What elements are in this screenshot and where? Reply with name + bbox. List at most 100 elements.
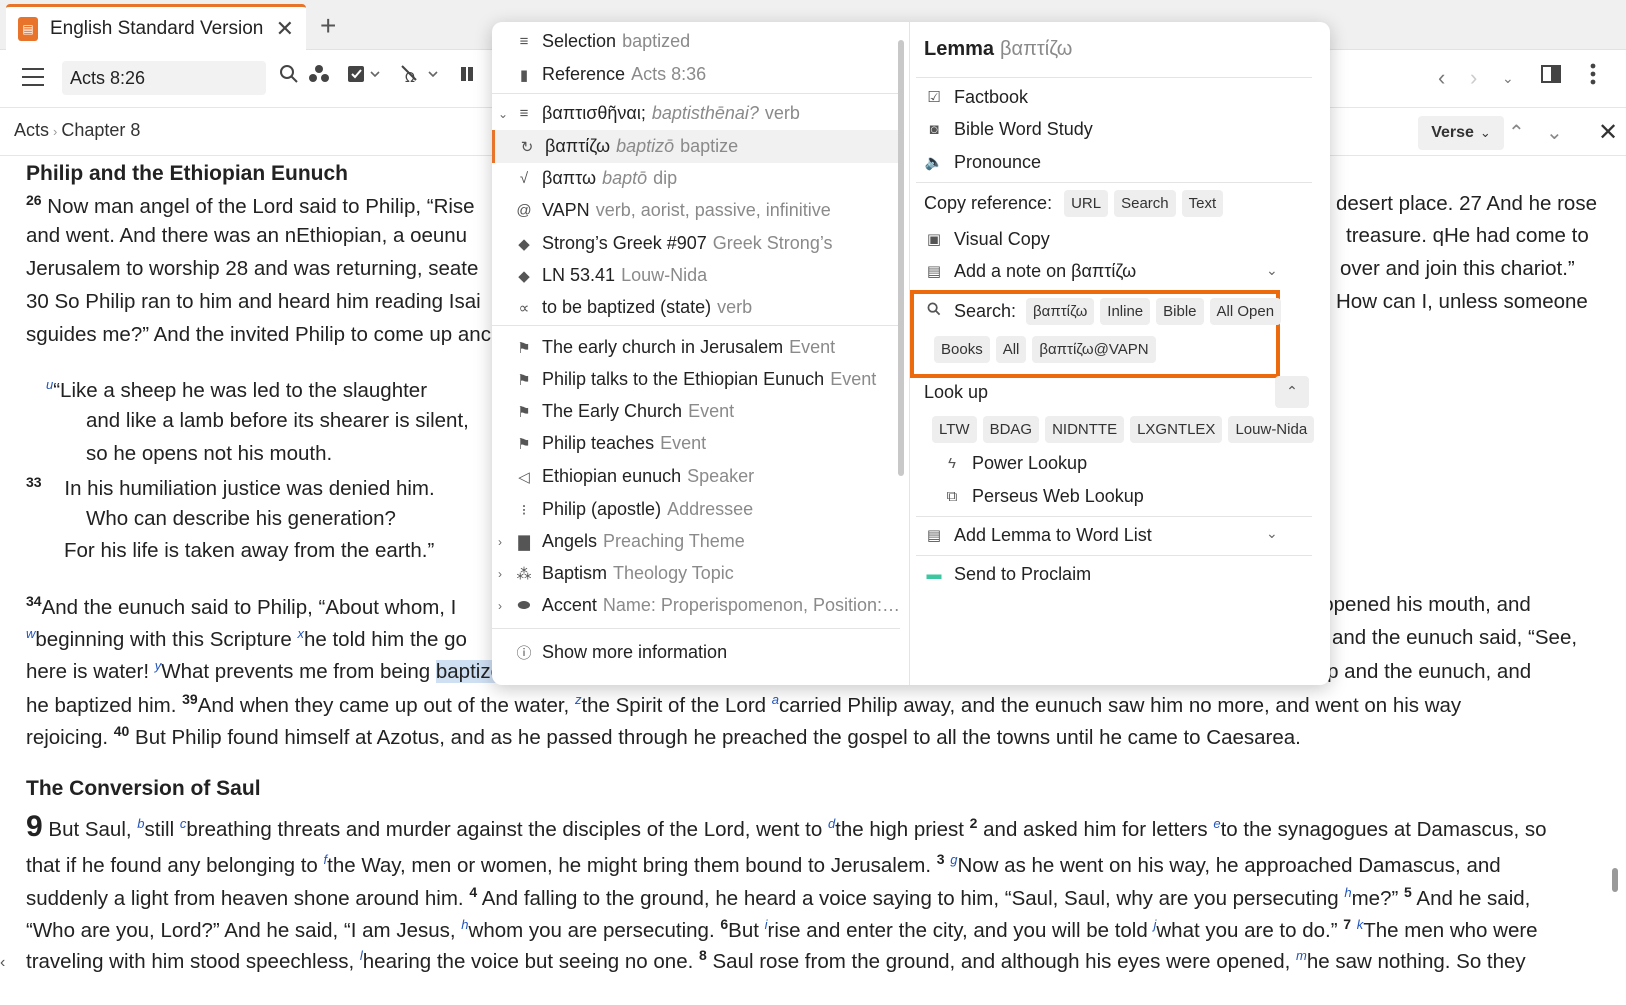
poem-line: and like a lamb before its shearer is si…	[86, 409, 469, 432]
menu-item-event[interactable]: ⚑ The early church in Jerusalem Event	[492, 331, 900, 364]
power-lookup-item[interactable]: ϟ Power Lookup	[942, 448, 1087, 478]
verse-dropdown[interactable]: Verse ⌄	[1418, 116, 1504, 150]
menu-item-accent[interactable]: › ⬬ Accent Name: Properispomenon, Position:…	[492, 589, 900, 622]
next-verse-icon[interactable]: ⌄	[1546, 120, 1563, 145]
poem-line: so he opens not his mouth.	[86, 442, 333, 465]
menu-item-preaching-theme[interactable]: › ▇ Angels Preaching Theme	[492, 525, 900, 558]
interlinear-icon[interactable]: Ω	[398, 63, 444, 93]
back-arrow-icon[interactable]: ‹	[1438, 63, 1445, 93]
search-morph-button[interactable]: βαπτίζω@VAPN	[1032, 335, 1156, 363]
image-icon: ▣	[926, 231, 942, 248]
section-heading: Philip and the Ethiopian Eunuch	[26, 162, 348, 185]
chevron-down-icon[interactable]: ⌄	[498, 107, 508, 121]
book-icon: ▇	[518, 533, 530, 551]
chevron-down-icon[interactable]: ⌄	[1266, 262, 1278, 279]
chevron-down-icon[interactable]: ⌄	[1266, 525, 1278, 542]
verse-dropdown-label: Verse	[1431, 124, 1474, 141]
menu-item-lemma[interactable]: ↻ βαπτίζω baptizō baptize	[492, 130, 900, 163]
menu-icon[interactable]	[22, 68, 44, 92]
factbook-item[interactable]: ☑ Factbook	[924, 82, 1028, 112]
previous-verse-icon[interactable]: ⌃	[1508, 120, 1525, 145]
menu-scrollbar-thumb[interactable]	[898, 40, 904, 476]
chevron-right-icon[interactable]: ›	[498, 599, 502, 613]
addressee-icon: ⁝	[521, 501, 527, 519]
reference-input[interactable]	[62, 61, 266, 95]
external-link-icon: ⧉	[946, 487, 958, 505]
lookup-louw-nida-button[interactable]: Louw-Nida	[1228, 415, 1315, 443]
chevron-down-icon: ⌄	[1479, 125, 1491, 140]
layout-icon[interactable]	[456, 63, 482, 93]
breadcrumb-separator-icon: ›	[53, 124, 58, 139]
menu-item-event[interactable]: ⚑ The Early Church Event	[492, 395, 900, 428]
perseus-lookup-item[interactable]: ⧉ Perseus Web Lookup	[942, 481, 1144, 511]
breadcrumb-chapter[interactable]: Chapter 8	[61, 120, 140, 140]
history-dropdown-icon[interactable]: ⌄	[1502, 63, 1514, 93]
logos-book-icon: ▤	[18, 16, 38, 41]
poem-line: 33 In his humiliation justice was denied…	[26, 474, 435, 500]
lookup-lxgntlex-button[interactable]: LXGNTLEX	[1130, 415, 1223, 443]
pronounce-item[interactable]: 🔈 Pronounce	[924, 147, 1041, 177]
lookup-ltw-button[interactable]: LTW	[932, 415, 977, 443]
send-to-proclaim-item[interactable]: ▬ Send to Proclaim	[924, 559, 1092, 589]
word-study-icon: ◙	[929, 120, 939, 138]
lookup-bdag-button[interactable]: BDAG	[982, 415, 1040, 443]
sense-icon: ∝	[518, 299, 530, 317]
at-icon: @	[516, 202, 532, 219]
copy-search-button[interactable]: Search	[1114, 189, 1176, 217]
forward-arrow-icon[interactable]: ›	[1470, 63, 1477, 93]
menu-item-addressee[interactable]: ⁝ Philip (apostle) Addressee	[492, 493, 900, 526]
text-line: 9 But Saul, bstill cbreathing threats an…	[26, 810, 1547, 843]
menu-item-selection[interactable]: ≡ Selection baptized	[492, 25, 900, 58]
menu-item-louw-nida[interactable]: ◆ LN 53.41 Louw-Nida	[492, 259, 900, 292]
poem-line: u“Like a sheep he was led to the slaught…	[46, 377, 428, 402]
menu-item-strongs[interactable]: ◆ Strong’s Greek #907 Greek Strong’s	[492, 227, 900, 260]
menu-item-event[interactable]: ⚑ Philip teaches Event	[492, 427, 900, 460]
chevron-right-icon[interactable]: ›	[498, 535, 502, 549]
chevron-right-icon[interactable]: ›	[498, 567, 502, 581]
checklist-icon[interactable]	[344, 63, 384, 93]
proclaim-icon: ▬	[926, 565, 942, 583]
search-all-open-button[interactable]: All Open	[1209, 297, 1282, 325]
close-tab-icon[interactable]: ✕	[276, 16, 294, 42]
search-inline-button[interactable]: Inline	[1100, 297, 1151, 325]
menu-item-theology-topic[interactable]: › ⁂ Baptism Theology Topic	[492, 557, 900, 590]
scrollbar-thumb[interactable]	[1612, 868, 1618, 892]
more-options-icon[interactable]	[1580, 63, 1606, 93]
split-panel-icon[interactable]	[1538, 63, 1564, 93]
menu-item-root[interactable]: √ βαπτω baptō dip	[492, 162, 900, 195]
divider	[492, 93, 900, 94]
close-panel-icon[interactable]: ✕	[1598, 118, 1618, 147]
visual-copy-item[interactable]: ▣ Visual Copy	[924, 224, 1050, 254]
bookmark-icon: ▮	[519, 66, 529, 84]
menu-item-event[interactable]: ⚑ Philip talks to the Ethiopian Eunuch Eve…	[492, 363, 900, 396]
menu-item-speaker[interactable]: ◁ Ethiopian eunuch Speaker	[492, 460, 900, 493]
copy-url-button[interactable]: URL	[1064, 189, 1109, 217]
flag-icon: ⚑	[517, 403, 531, 421]
search-row: Search: βαπτίζω Inline Bible All Open	[924, 296, 1287, 326]
add-lemma-word-list-item[interactable]: ▤ Add Lemma to Word List	[924, 520, 1152, 550]
menu-item-inflected-form[interactable]: ⌄ ≡ βαπτισθῆναι; baptisthēnai? verb	[492, 97, 900, 130]
people-icon[interactable]	[306, 63, 332, 93]
tab-esv[interactable]: ▤ English Standard Version ✕	[6, 4, 306, 50]
lightning-icon: ϟ	[948, 454, 956, 472]
bible-word-study-item[interactable]: ◙ Bible Word Study	[924, 114, 1092, 144]
text-lines-icon: ≡	[519, 33, 529, 50]
new-tab-button[interactable]: +	[320, 10, 336, 42]
search-lemma-button[interactable]: βαπτίζω	[1026, 297, 1095, 325]
search-bible-button[interactable]: Bible	[1156, 297, 1204, 325]
menu-item-reference[interactable]: ▮ Reference Acts 8:36	[492, 58, 900, 91]
search-all-button[interactable]: All	[995, 335, 1027, 363]
search-books-button[interactable]: Books	[934, 335, 990, 363]
search-icon[interactable]	[276, 63, 302, 93]
show-more-information[interactable]: ⓘ Show more information	[492, 636, 900, 669]
breadcrumb-book[interactable]: Acts	[14, 120, 49, 140]
collapse-left-icon[interactable]: ‹	[0, 954, 12, 982]
copy-text-button[interactable]: Text	[1181, 189, 1224, 217]
lookup-nidntte-button[interactable]: NIDNTTE	[1045, 415, 1125, 443]
collapse-lookup-icon[interactable]: ⌃	[1275, 376, 1309, 408]
add-note-item[interactable]: ▤ Add a note on βαπτίζω	[924, 256, 1136, 286]
text-line: suddenly a light from heaven shone aroun…	[26, 884, 1531, 910]
menu-item-sense[interactable]: ∝ to be baptized (state) verb	[492, 291, 900, 324]
menu-item-morphology[interactable]: @ VAPN verb, aorist, passive, infinitive	[492, 194, 900, 227]
tab-title: English Standard Version	[50, 17, 264, 39]
